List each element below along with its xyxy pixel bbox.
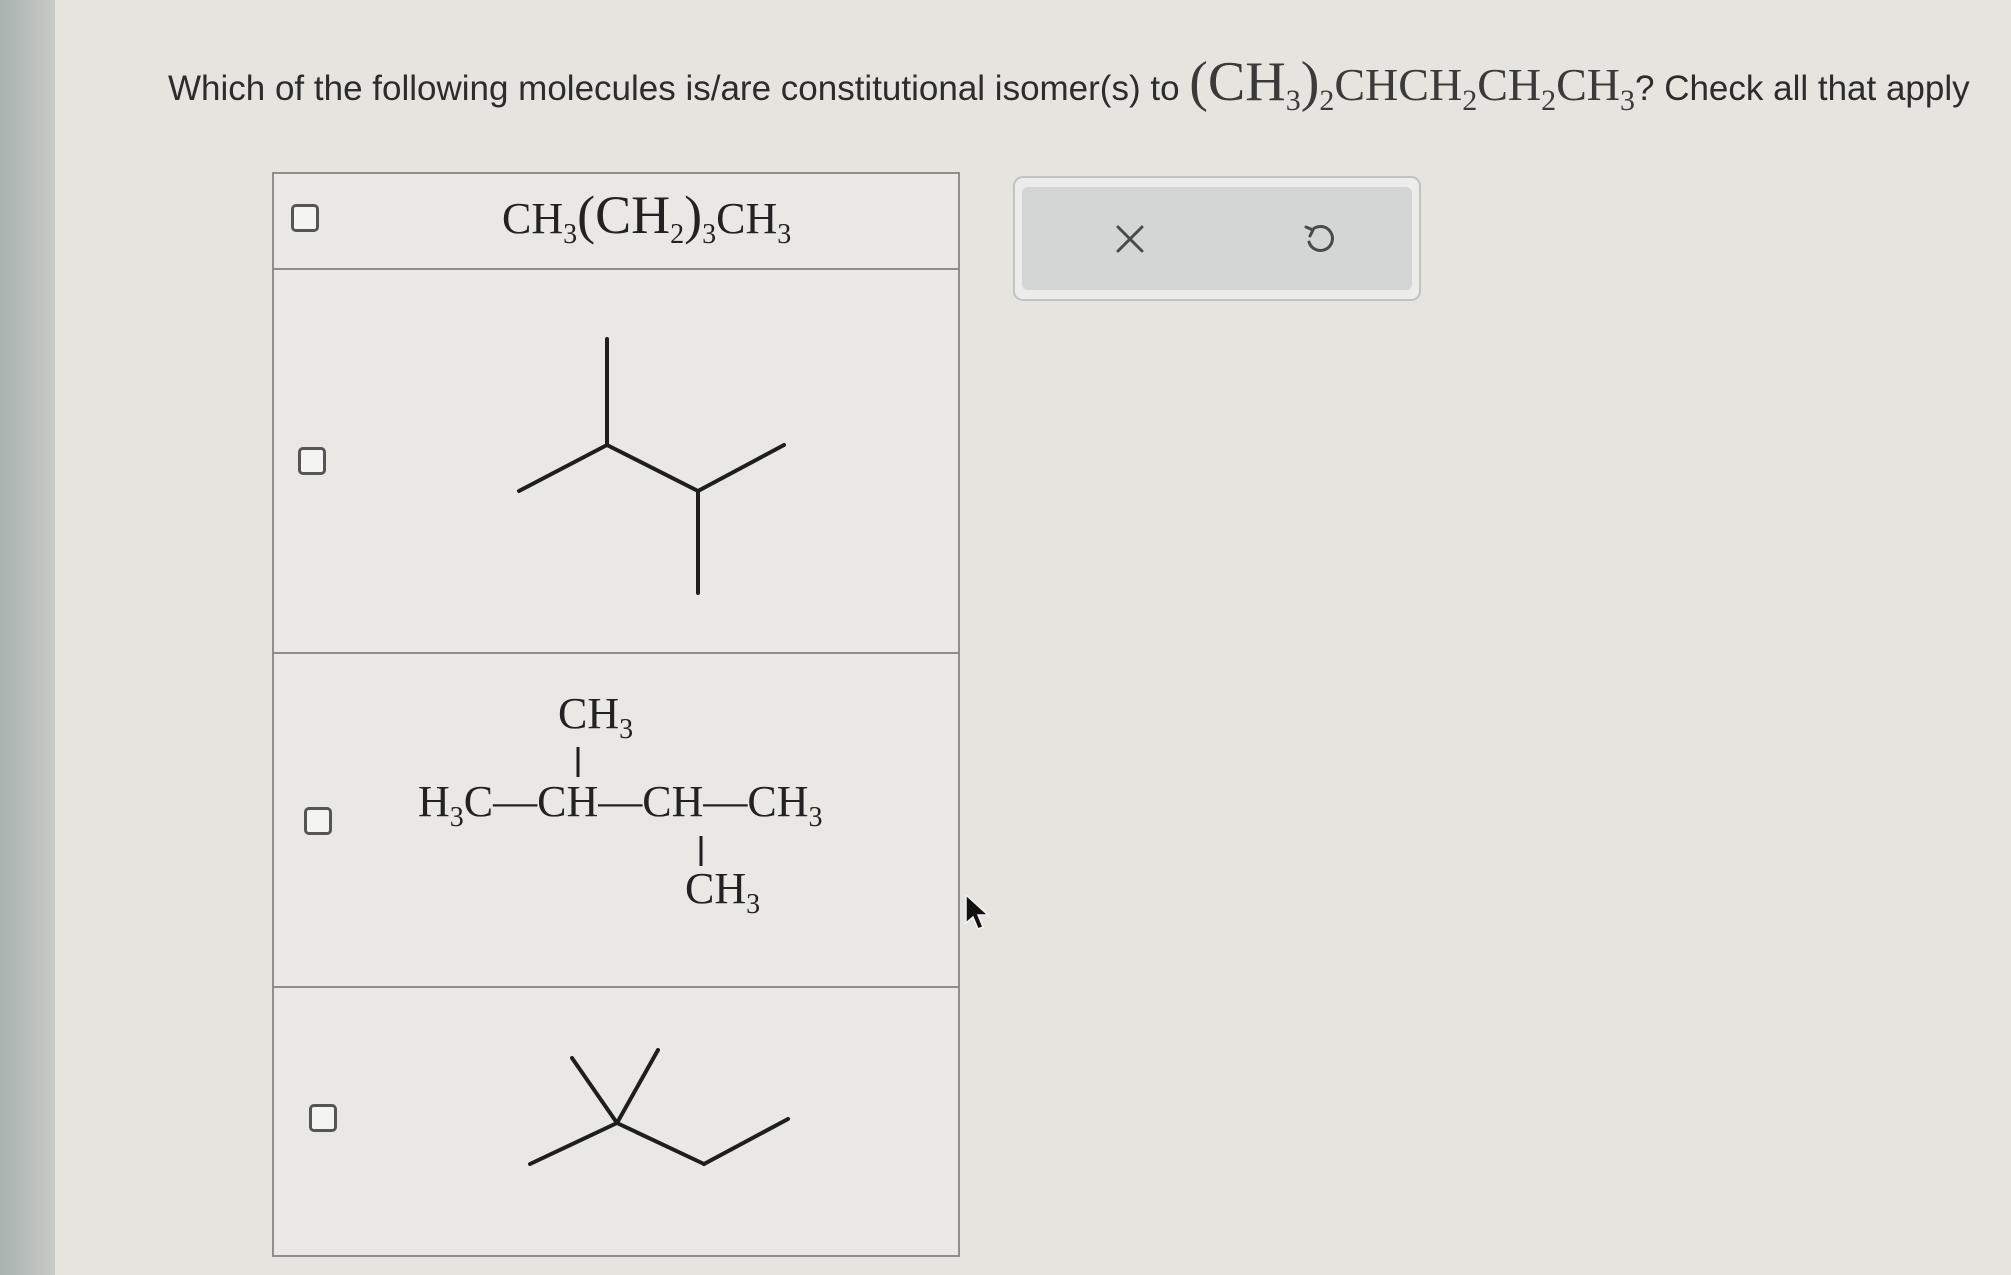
- option-row-4[interactable]: [274, 986, 958, 1255]
- formula-part: H: [418, 777, 450, 826]
- formula-sub: 3: [1620, 84, 1635, 117]
- formula-part: (CH: [1189, 51, 1286, 113]
- option-row-3[interactable]: CH3 H3C—CH—CH—CH3 CH3: [274, 652, 958, 988]
- formula-sub: 2: [1541, 84, 1557, 117]
- question-prefix: Which of the following molecules is/are …: [168, 69, 1190, 108]
- formula-sub: 3: [1285, 84, 1301, 117]
- formula-part: CHCH: [1334, 59, 1463, 110]
- question-suffix: ? Check all that apply: [1635, 69, 1970, 108]
- formula-part: CH: [502, 194, 564, 243]
- formula-part: ): [1300, 51, 1320, 113]
- formula-part: ): [684, 185, 703, 245]
- option-1-formula: CH3(CH2)3CH3: [502, 184, 791, 251]
- formula-part: C—CH—CH—CH: [463, 777, 809, 826]
- background-edge: [0, 0, 55, 1275]
- option-row-2[interactable]: [274, 268, 958, 654]
- clear-button[interactable]: [1100, 209, 1160, 269]
- formula-part: (CH: [577, 185, 671, 245]
- answer-toolbar-inner: [1022, 187, 1412, 290]
- skeletal-structure-2-3-dimethylbutane-icon: [517, 337, 786, 595]
- undo-button[interactable]: [1290, 209, 1350, 269]
- option-3-main-chain: H3C—CH—CH—CH3: [418, 776, 823, 834]
- formula-part: CH: [1477, 59, 1542, 110]
- option-1-checkbox[interactable]: [291, 204, 319, 232]
- formula-sub: 3: [702, 219, 717, 250]
- formula-sub: 2: [1462, 84, 1478, 117]
- question-formula: (CH3)2CHCH2CH2CH3: [1189, 51, 1635, 117]
- formula-sub: 2: [670, 219, 685, 250]
- formula-sub: 3: [563, 219, 578, 250]
- formula-sub: 3: [746, 889, 761, 920]
- formula-sub: 3: [808, 802, 823, 833]
- close-icon: [1116, 225, 1144, 253]
- option-row-1[interactable]: CH3(CH2)3CH3: [274, 174, 958, 270]
- formula-part: CH: [685, 864, 747, 913]
- formula-part: CH: [716, 194, 778, 243]
- option-3-bottom-group: CH3: [685, 863, 760, 921]
- formula-part: CH: [1556, 59, 1620, 110]
- mouse-pointer-icon: [965, 893, 990, 930]
- formula-sub: 3: [777, 219, 792, 250]
- answer-toolbar: [1013, 176, 1421, 301]
- formula-sub: 3: [449, 802, 464, 833]
- question-text: Which of the following molecules is/are …: [168, 50, 1970, 118]
- formula-sub: 2: [1319, 84, 1335, 117]
- answer-options-table: CH3(CH2)3CH3 CH3 H3C—CH—CH—CH3 CH3: [272, 172, 960, 1257]
- undo-icon: [1304, 225, 1334, 252]
- skeletal-structure-2-2-dimethylbutane-icon: [528, 1048, 790, 1166]
